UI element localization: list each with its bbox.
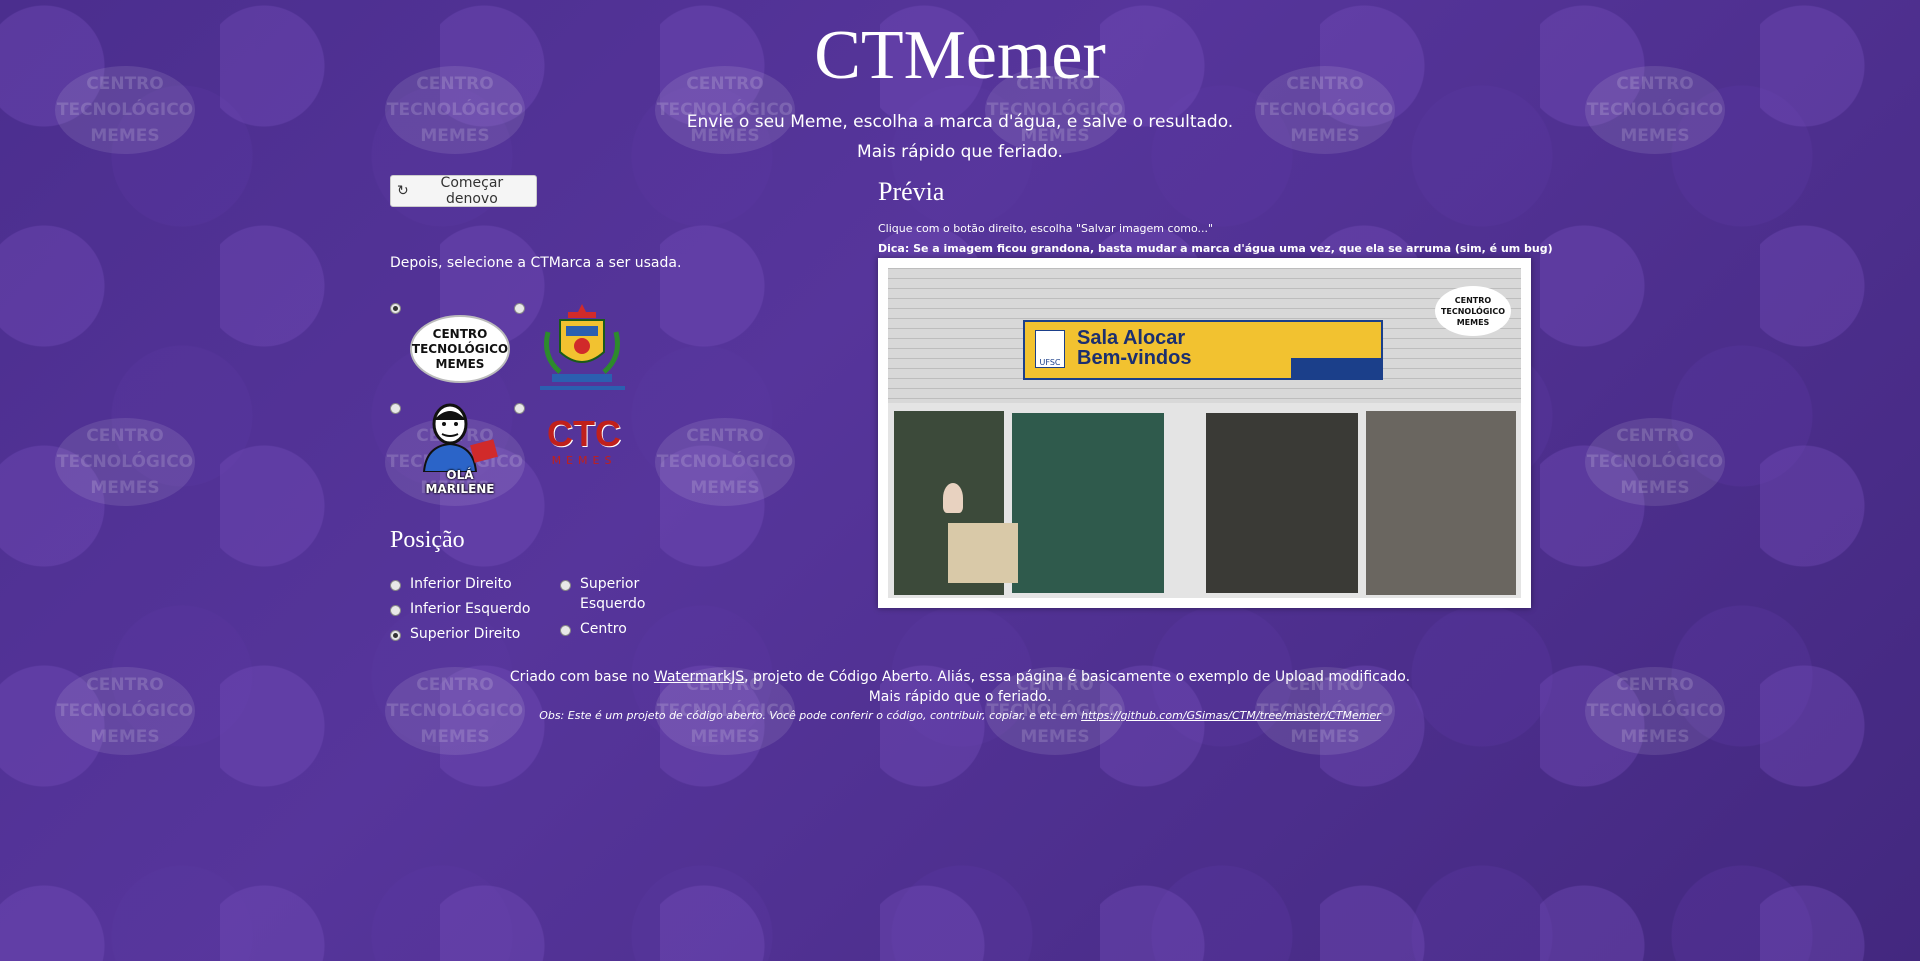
mark-radio-ufsc[interactable] [514,303,525,314]
mark-ctm-line3: MEMES [435,356,485,371]
background-watermark-line: TECNOLÓGICO [656,452,794,472]
preview-frame: UFSC Sala Alocar Bem-vindos CENTRO TECNO… [878,258,1531,608]
background-watermark: CENTRO TECNOLÓGICO MEMES [1585,418,1725,506]
footer-note: Obs: Este é um projeto de código aberto.… [0,709,1920,722]
footer-tagline: Mais rápido que o feriado. [868,689,1052,705]
background-watermark-line: MEMES [690,478,760,498]
github-link[interactable]: https://github.com/GSimas/CTM/tree/maste… [1081,709,1381,722]
position-label-bottom-left: Inferior Esquerdo [410,601,531,617]
position-label-center: Centro [580,621,627,637]
preview-watermark-line1: CENTRO [1454,295,1492,305]
mark-radio-ctm[interactable] [390,303,401,314]
background-watermark-line: MEMES [1620,727,1690,747]
footer-credits-suffix: , projeto de Código Aberto. Aliás, essa … [744,669,1411,685]
preview-watermark-line3: MEMES [1456,317,1490,327]
preview-watermark-line2: TECNOLÓGICO [1440,306,1506,316]
position-radio-bottom-right[interactable] [390,580,401,591]
background-watermark-line: MEMES [420,727,490,747]
storefront [888,403,1521,598]
marilene-portrait-icon [422,403,498,473]
ctc-logo-subtext: MEMES [551,454,617,467]
position-radio-top-right[interactable] [390,630,401,641]
watermark-select-label: Depois, selecione a CTMarca a ser usada. [390,255,682,271]
page-title: CTMemer [814,17,1106,94]
mark-radio-marilene[interactable] [390,403,401,414]
position-heading: Posição [390,527,465,553]
preview-tip: Dica: Se a imagem ficou grandona, basta … [878,242,1553,255]
background-watermark-line: MEMES [1620,478,1690,498]
preview-watermark: CENTRO TECNOLÓGICO MEMES [1435,286,1511,336]
sign-blue-band [1291,358,1381,380]
preview-heading: Prévia [878,177,945,206]
background-watermark: CENTRO TECNOLÓGICO MEMES [655,418,795,506]
position-label-top-right: Superior Direito [410,626,521,642]
background-watermark-line: CENTRO [686,426,764,446]
position-radio-top-left[interactable] [560,580,571,591]
mark-ctc-memes[interactable]: CTC MEMES [536,414,632,474]
footer-note-prefix: Obs: Este é um projeto de código aberto.… [539,709,1082,722]
sign-subtitle: Bem-vindos [1077,347,1192,369]
page-tagline: Mais rápido que feriado. [857,142,1063,162]
page-subtitle: Envie o seu Meme, escolha a marca d'água… [686,112,1234,132]
background-watermark-line: MEMES [690,727,760,747]
mark-ctm-line2: TECNOLÓGICO [411,341,509,356]
sign-title: Sala Alocar [1077,327,1186,349]
restart-button[interactable]: ↻ Começar denovo [390,175,537,207]
ufsc-coat-of-arms-icon [540,304,625,390]
position-label-bottom-right: Inferior Direito [410,576,512,592]
mark-ctm-line1: CENTRO [432,326,488,341]
position-label-top-left: Superior Esquerdo [580,576,646,612]
background-watermark-line: MEMES [90,727,160,747]
background-watermark: CENTRO TECNOLÓGICO MEMES [55,418,195,506]
mark-radio-ctc[interactable] [514,403,525,414]
mark-ufsc-coat-of-arms[interactable] [530,302,635,394]
position-radio-bottom-left[interactable] [390,605,401,616]
mark-ctm-logo[interactable]: CENTRO TECNOLÓGICO MEMES [410,315,510,383]
background-watermark-line: MEMES [90,478,160,498]
footer-credits-prefix: Criado com base no [509,669,654,685]
background-watermark-line: CENTRO [86,426,164,446]
restart-button-label: Começar denovo [440,175,504,207]
ctc-logo-text: CTC [547,413,621,454]
preview-image[interactable]: UFSC Sala Alocar Bem-vindos CENTRO TECNO… [888,268,1521,598]
background-watermark-line: CENTRO [1616,426,1694,446]
footer-credits: Criado com base no WatermarkJS, projeto … [0,669,1920,685]
mark-ola-marilene[interactable]: OLÁ MARILENE [410,402,510,496]
position-radio-center[interactable] [560,625,571,636]
refresh-icon: ↻ [397,183,409,199]
background-watermark-line: MEMES [1020,727,1090,747]
background-watermark-line: TECNOLÓGICO [1586,452,1724,472]
watermarkjs-link[interactable]: WatermarkJS [654,669,744,685]
preview-sign: UFSC Sala Alocar Bem-vindos [1023,320,1383,380]
marilene-caption: OLÁ MARILENE [425,468,495,496]
sign-ufsc-logo: UFSC [1035,330,1065,368]
background-watermark-line: MEMES [1290,727,1360,747]
background-watermark-line: TECNOLÓGICO [56,452,194,472]
preview-hint: Clique com o botão direito, escolha "Sal… [878,222,1214,235]
